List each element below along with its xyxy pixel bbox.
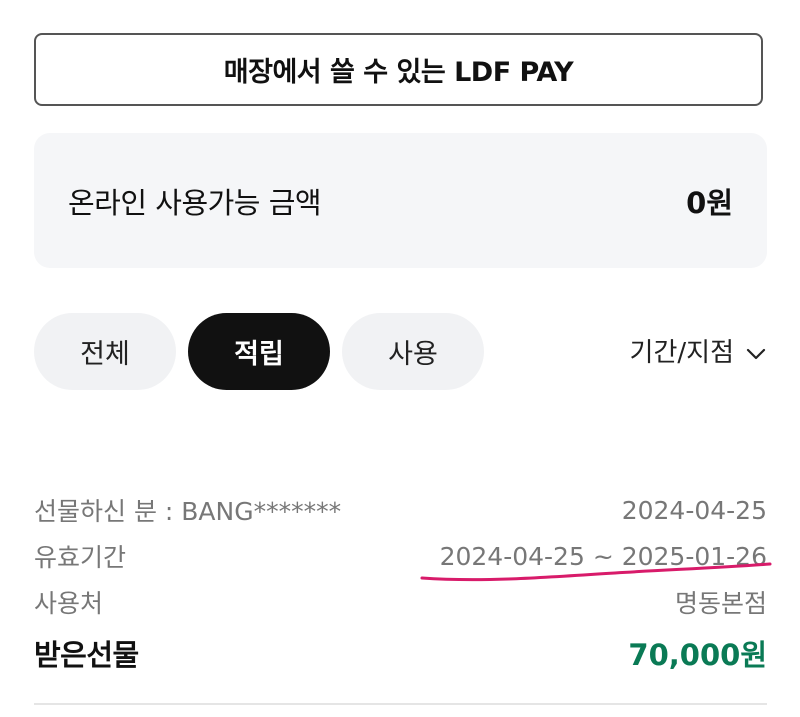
validity-row: 유효기간 2024-04-25 ~ 2025-01-26 <box>34 536 767 576</box>
sender-row: 선물하신 분 : BANG******* 2024-04-25 <box>34 490 767 530</box>
store-row: 사용처 명동본점 <box>34 582 767 622</box>
gift-label: 받은선물 <box>34 638 139 672</box>
tab-used[interactable]: 사용 <box>342 313 484 390</box>
validity-label: 유효기간 <box>34 543 127 572</box>
validity-value: 2024-04-25 ~ 2025-01-26 <box>439 541 767 571</box>
tab-earned-label: 적립 <box>234 339 284 370</box>
gift-amount: 70,000원 <box>628 638 767 672</box>
sender-label: 선물하신 분 : BANG******* <box>34 497 342 526</box>
filter-tabs: 전체 적립 사용 <box>34 313 484 390</box>
ldf-pay-button-label: 매장에서 쓸 수 있는 LDF PAY <box>223 57 574 88</box>
chevron-down-icon <box>746 341 766 361</box>
ldf-pay-button[interactable]: 매장에서 쓸 수 있는 LDF PAY <box>34 33 763 106</box>
gift-row: 받은선물 70,000원 <box>34 630 767 676</box>
store-label: 사용처 <box>34 589 104 618</box>
online-balance-card: 온라인 사용가능 금액 0원 <box>34 133 767 268</box>
tab-all-label: 전체 <box>80 339 130 370</box>
tab-earned[interactable]: 적립 <box>188 313 330 390</box>
tab-all[interactable]: 전체 <box>34 313 176 390</box>
record-date: 2024-04-25 <box>621 495 767 525</box>
store-value: 명동본점 <box>674 589 767 618</box>
period-store-filter[interactable]: 기간/지점 <box>630 332 766 369</box>
period-store-filter-label: 기간/지점 <box>629 338 734 368</box>
bottom-divider <box>34 703 767 705</box>
online-balance-label: 온라인 사용가능 금액 <box>68 185 322 220</box>
tab-used-label: 사용 <box>388 339 438 370</box>
online-balance-value: 0원 <box>686 185 733 220</box>
